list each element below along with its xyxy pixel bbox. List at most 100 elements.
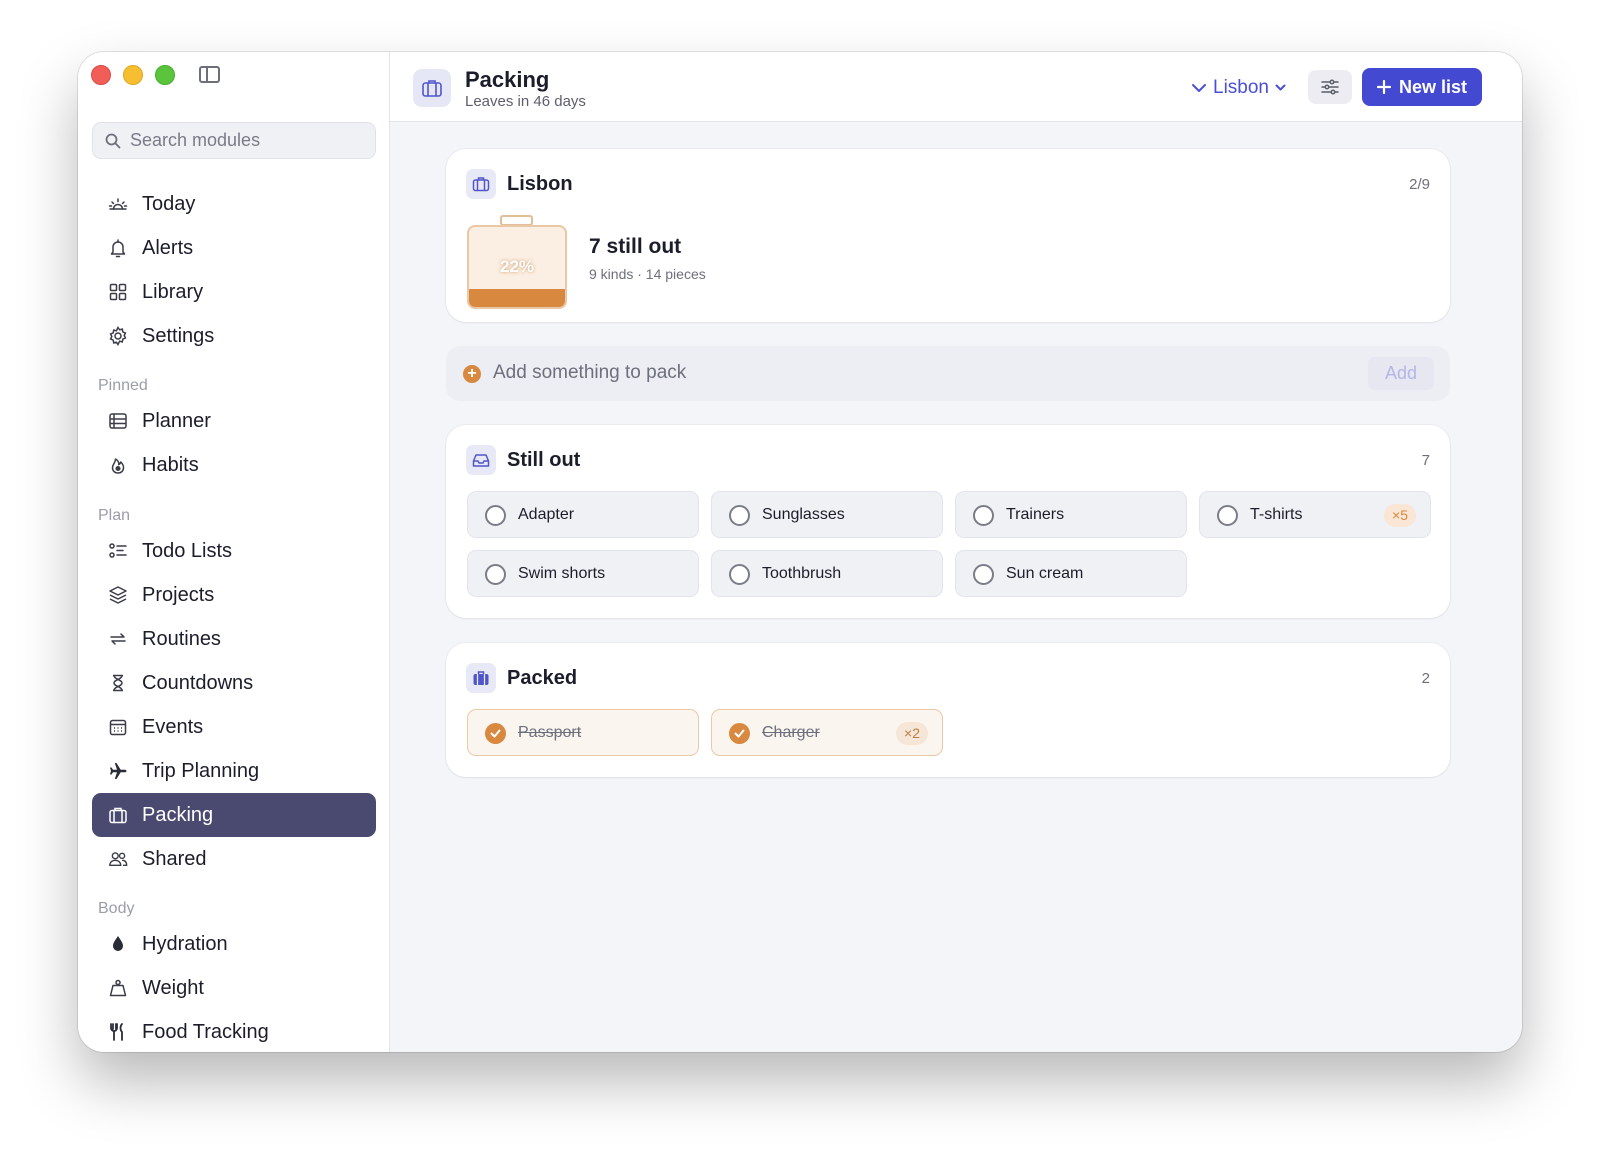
airplane-icon	[108, 761, 128, 781]
sidebar-item-label: Shared	[142, 847, 207, 870]
search-icon	[105, 133, 121, 148]
chevron-down-icon	[1275, 84, 1286, 91]
unchecked-circle-icon[interactable]	[485, 505, 506, 526]
still-out-title: Still out	[507, 449, 581, 471]
unchecked-circle-icon[interactable]	[973, 564, 994, 585]
item-label: Charger	[762, 724, 820, 741]
sidebar-item-label: Food Tracking	[142, 1020, 269, 1043]
packed-item[interactable]: Passport	[467, 709, 699, 756]
pack-item[interactable]: Swim shorts	[467, 550, 699, 597]
packed-card: Packed 2 Passport Charger ×2	[446, 643, 1450, 777]
unchecked-circle-icon[interactable]	[729, 564, 750, 585]
sidebar-item-habits[interactable]: Habits	[92, 443, 376, 487]
main-nav: Today Alerts Library Settings	[92, 182, 376, 358]
sidebar-item-trip-planning[interactable]: Trip Planning	[92, 749, 376, 793]
packing-progress-bag: 22%	[467, 215, 567, 309]
still-out-count: 7	[1421, 452, 1430, 469]
plus-icon	[1376, 80, 1391, 94]
packed-count: 2	[1421, 670, 1430, 687]
sidebar-item-routines[interactable]: Routines	[92, 617, 376, 661]
sidebar-item-settings[interactable]: Settings	[92, 314, 376, 358]
unchecked-circle-icon[interactable]	[973, 505, 994, 526]
item-label: Toothbrush	[762, 565, 842, 582]
weight-icon	[108, 978, 128, 998]
plan-section: Plan Todo Lists Projects Routines Countd…	[92, 507, 376, 881]
add-item-row: + Add	[446, 346, 1450, 401]
close-window-button[interactable]	[91, 65, 111, 85]
tray-icon	[466, 445, 496, 475]
sidebar-item-label: Today	[142, 192, 196, 215]
people-icon	[108, 849, 128, 869]
sidebar-item-label: Planner	[142, 409, 211, 432]
item-label: Sunglasses	[762, 506, 845, 523]
suitcase-icon	[108, 805, 128, 825]
minimize-window-button[interactable]	[123, 65, 143, 85]
sidebar-item-library[interactable]: Library	[92, 270, 376, 314]
new-list-button[interactable]: New list	[1362, 68, 1482, 106]
sidebar-toggle-icon[interactable]	[199, 66, 220, 83]
sidebar-item-label: Todo Lists	[142, 539, 233, 562]
add-item-input[interactable]	[493, 359, 1293, 387]
sidebar-item-label: Packing	[142, 803, 214, 826]
bag-body: 22%	[467, 225, 567, 309]
checked-circle-icon[interactable]	[729, 723, 750, 744]
main-content: Packing Leaves in 46 days Lisbon New lis…	[390, 52, 1522, 1052]
page-subtitle: Leaves in 46 days	[465, 93, 586, 110]
pack-item[interactable]: Sunglasses	[711, 491, 943, 538]
sidebar-item-food-tracking[interactable]: Food Tracking	[92, 1010, 376, 1052]
sidebar-item-label: Hydration	[142, 932, 228, 955]
hourglass-icon	[108, 673, 128, 693]
sidebar-item-projects[interactable]: Projects	[92, 573, 376, 617]
packed-item[interactable]: Charger ×2	[711, 709, 943, 756]
pack-item[interactable]: Toothbrush	[711, 550, 943, 597]
calendar-icon	[108, 717, 128, 737]
unchecked-circle-icon[interactable]	[485, 564, 506, 585]
checked-circle-icon[interactable]	[485, 723, 506, 744]
sidebar-item-planner[interactable]: Planner	[92, 399, 376, 443]
item-label: Passport	[518, 724, 582, 741]
pack-item[interactable]: Trainers	[955, 491, 1187, 538]
packed-suitcase-icon	[466, 663, 496, 693]
repeat-icon	[108, 629, 128, 649]
item-label: Trainers	[1006, 506, 1065, 523]
body-section: Body Hydration Weight Food Tracking	[92, 900, 376, 1052]
sidebar-item-todo-lists[interactable]: Todo Lists	[92, 529, 376, 573]
list-selector[interactable]: Lisbon	[1191, 77, 1286, 99]
pack-item[interactable]: Adapter	[467, 491, 699, 538]
filter-button[interactable]	[1308, 70, 1352, 104]
unchecked-circle-icon[interactable]	[1217, 505, 1238, 526]
sunrise-icon	[108, 194, 128, 214]
pack-item[interactable]: Sun cream	[955, 550, 1187, 597]
window-controls	[91, 65, 175, 85]
sidebar-item-label: Routines	[142, 627, 221, 650]
unchecked-circle-icon[interactable]	[729, 505, 750, 526]
pack-item[interactable]: T-shirts ×5	[1199, 491, 1431, 538]
new-list-label: New list	[1398, 76, 1468, 97]
remaining-detail: 9 kinds · 14 pieces	[589, 266, 706, 282]
progress-percent: 22%	[499, 257, 535, 276]
still-out-card: Still out 7 Adapter Sunglasses Trainers …	[446, 425, 1450, 618]
zoom-window-button[interactable]	[155, 65, 175, 85]
sidebar-item-events[interactable]: Events	[92, 705, 376, 749]
sidebar-item-shared[interactable]: Shared	[92, 837, 376, 881]
packed-count: 2/9	[1409, 176, 1430, 193]
fork-knife-icon	[108, 1022, 128, 1042]
section-label: Plan	[98, 507, 131, 524]
search-field[interactable]	[92, 122, 376, 159]
sidebar-item-label: Projects	[142, 583, 215, 606]
add-button[interactable]: Add	[1368, 357, 1434, 390]
top-bar: Packing Leaves in 46 days Lisbon New lis…	[390, 52, 1522, 122]
sidebar-item-alerts[interactable]: Alerts	[92, 226, 376, 270]
gear-icon	[108, 326, 128, 346]
planner-icon	[108, 411, 128, 431]
sidebar-item-today[interactable]: Today	[92, 182, 376, 226]
sidebar-item-label: Trip Planning	[142, 759, 260, 782]
sidebar-item-packing[interactable]: Packing	[92, 793, 376, 837]
sidebar-item-weight[interactable]: Weight	[92, 966, 376, 1010]
sidebar-item-countdowns[interactable]: Countdowns	[92, 661, 376, 705]
suitcase-icon	[413, 69, 451, 107]
search-input[interactable]	[130, 130, 360, 151]
item-label: Adapter	[518, 506, 575, 523]
app-window: Today Alerts Library Settings	[78, 52, 1522, 1052]
sidebar-item-hydration[interactable]: Hydration	[92, 922, 376, 966]
